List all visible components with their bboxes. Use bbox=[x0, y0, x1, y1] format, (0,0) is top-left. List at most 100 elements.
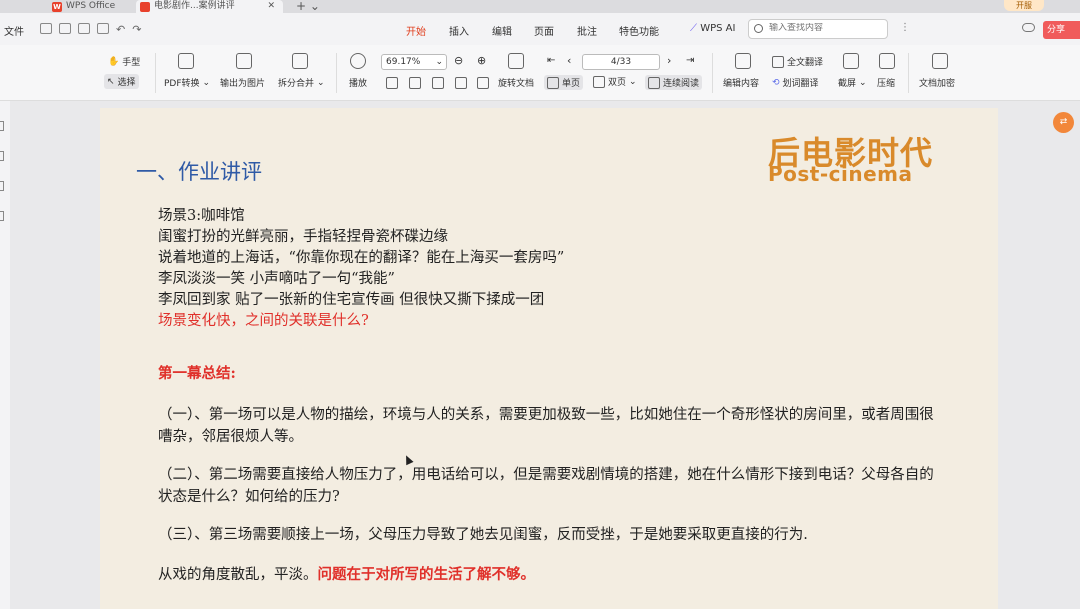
close-icon[interactable]: ✕ bbox=[267, 1, 275, 12]
quick-access-toolbar: ↶ ↷ bbox=[40, 23, 141, 36]
rotate-doc-icon[interactable] bbox=[508, 53, 524, 69]
summary-conclusion: 从戏的角度散乱，平淡。问题在于对所写的生活了解不够。 bbox=[158, 564, 948, 586]
conclusion-highlight: 问题在于对所写的生活了解不够。 bbox=[317, 566, 536, 583]
edit-content-icon[interactable] bbox=[735, 53, 751, 69]
edit-content-button[interactable]: 编辑内容 bbox=[723, 76, 759, 89]
play-button[interactable]: 播放 bbox=[349, 76, 367, 89]
summary-title: 第一幕总结: bbox=[158, 365, 236, 382]
tab-features[interactable]: 特色功能 bbox=[619, 23, 659, 38]
play-icon[interactable] bbox=[350, 53, 366, 69]
zoom-in-icon[interactable]: ⊕ bbox=[477, 54, 486, 67]
ribbon-toolbar: ✋ 手型 ↖ 选择 PDF转换 ⌄ 输出为图片 拆分合并 ⌄ 播放 69.17% ⌄ ⊖… bbox=[0, 45, 1080, 101]
bookmark-icon[interactable] bbox=[0, 121, 4, 131]
scene-line: 李凤淡淡一笑 小声嘀咕了一句“我能” bbox=[158, 271, 395, 287]
encrypt-button[interactable]: 文档加密 bbox=[919, 76, 955, 89]
pdf-convert-label: PDF转换 bbox=[164, 79, 200, 89]
search-icon bbox=[754, 24, 763, 33]
zoom-select[interactable]: 69.17% ⌄ bbox=[381, 54, 447, 70]
word-translate-label: 划词翻译 bbox=[782, 79, 819, 89]
translate-icon bbox=[772, 55, 784, 68]
compress-button[interactable]: 压缩 bbox=[877, 76, 895, 89]
pdf-convert-icon[interactable] bbox=[178, 53, 194, 69]
continuous-icon bbox=[648, 76, 660, 89]
left-panel-strip bbox=[0, 101, 10, 609]
tab-insert[interactable]: 插入 bbox=[449, 23, 469, 38]
screenshot-label: 截屏 bbox=[838, 79, 857, 89]
screenshot-button[interactable]: 截屏 ⌄ bbox=[838, 76, 867, 90]
fit-width-icon[interactable] bbox=[432, 77, 444, 89]
next-page-icon[interactable]: › bbox=[667, 54, 671, 67]
full-translate-button[interactable]: 全文翻译 bbox=[772, 55, 823, 68]
screenshot-icon[interactable] bbox=[843, 53, 859, 69]
attachment-icon[interactable] bbox=[0, 211, 4, 221]
encrypt-icon[interactable] bbox=[932, 53, 948, 69]
prev-page-icon[interactable]: ‹ bbox=[567, 54, 571, 67]
continuous-read-button[interactable]: 连续阅读 bbox=[645, 75, 703, 90]
split-merge-icon[interactable] bbox=[292, 53, 308, 69]
hand-tool-button[interactable]: ✋ 手型 bbox=[108, 55, 141, 69]
double-page-button[interactable]: 双页 ⌄ bbox=[593, 75, 637, 88]
chevron-down-icon: ⌄ bbox=[435, 57, 443, 67]
scene-line: 场景3:咖啡馆 bbox=[158, 208, 245, 224]
scene-block: 场景3:咖啡馆 闺蜜打扮的光鲜亮丽，手指轻捏骨瓷杯碟边缘 说着地道的上海话，“你… bbox=[158, 206, 564, 332]
tab-edit[interactable]: 编辑 bbox=[492, 23, 512, 38]
share-label: 分享 bbox=[1047, 25, 1066, 35]
save-icon[interactable] bbox=[59, 23, 71, 34]
summary-paragraph-1: （一）、第一场可以是人物的描绘，环境与人的关系，需要更加极致一些，比如她住在一个… bbox=[158, 407, 934, 445]
word-translate-icon: ⟲ bbox=[772, 77, 780, 88]
split-merge-button[interactable]: 拆分合并 ⌄ bbox=[278, 76, 325, 90]
open-button[interactable]: 开服 bbox=[1004, 0, 1044, 11]
tab-page[interactable]: 页面 bbox=[534, 23, 554, 38]
summary-paragraph-3: （三）、第三场需要顺接上一场，父母压力导致了她去见闺蜜，反而受挫，于是她要采取更… bbox=[158, 527, 808, 543]
floating-tool-icon[interactable]: ⇄ bbox=[1053, 112, 1074, 133]
select-tool-button[interactable]: ↖ 选择 bbox=[104, 74, 139, 89]
last-page-icon[interactable]: ⇥ bbox=[686, 55, 694, 66]
title-bar: W WPS Office 电影剧作...案例讲评 ✕ + ⌄ 开服 bbox=[0, 0, 1080, 13]
wps-ai-label: WPS AI bbox=[700, 23, 736, 34]
page-number-input[interactable]: 4/33 bbox=[582, 54, 660, 70]
undo-icon[interactable]: ↶ bbox=[116, 23, 125, 36]
word-translate-button[interactable]: ⟲ 划词翻译 bbox=[772, 76, 819, 90]
first-page-icon[interactable]: ⇤ bbox=[547, 55, 555, 66]
export-image-button[interactable]: 输出为图片 bbox=[220, 76, 265, 89]
pdf-convert-button[interactable]: PDF转换 ⌄ bbox=[164, 76, 210, 90]
menu-bar: 文件 ↶ ↷ 开始 插入 编辑 页面 批注 特色功能 ⟋ WPS AI ⋮ 分享 bbox=[0, 13, 1080, 47]
document-page: 后电影时代 Post-cinema 一、作业讲评 场景3:咖啡馆 闺蜜打扮的光鲜… bbox=[100, 108, 998, 609]
tab-start[interactable]: 开始 bbox=[406, 23, 426, 47]
folder-icon[interactable] bbox=[40, 23, 52, 34]
tab-annotate[interactable]: 批注 bbox=[577, 23, 597, 38]
search-box[interactable] bbox=[748, 19, 888, 39]
split-merge-label: 拆分合并 bbox=[278, 79, 315, 89]
print-preview-icon[interactable] bbox=[97, 23, 109, 34]
zoom-value: 69.17% bbox=[386, 57, 421, 67]
menu-file[interactable]: 文件 bbox=[4, 23, 24, 38]
fit-page-icon[interactable] bbox=[409, 77, 421, 89]
single-page-icon bbox=[547, 76, 559, 89]
rotate-doc-button[interactable]: 旋转文档 bbox=[498, 76, 534, 89]
new-tab-button[interactable]: + ⌄ bbox=[296, 0, 320, 13]
single-page-label: 单页 bbox=[562, 79, 581, 89]
more-icon[interactable]: ⋮ bbox=[900, 22, 910, 33]
compress-icon[interactable] bbox=[879, 53, 895, 69]
actual-size-icon[interactable] bbox=[386, 77, 398, 89]
tab-wps-office[interactable]: W WPS Office bbox=[52, 0, 115, 13]
ai-icon: ⟋ bbox=[690, 23, 697, 34]
tab-document[interactable]: 电影剧作...案例讲评 ✕ bbox=[136, 0, 283, 13]
search-input[interactable] bbox=[769, 23, 879, 33]
annotation-icon[interactable] bbox=[0, 181, 4, 191]
scene-line: 说着地道的上海话，“你靠你现在的翻译？能在上海买一套房吗” bbox=[158, 250, 565, 266]
rotate-left-icon[interactable] bbox=[455, 77, 467, 89]
tab-label: WPS Office bbox=[66, 1, 116, 11]
rotate-right-icon[interactable] bbox=[477, 77, 489, 89]
redo-icon[interactable]: ↷ bbox=[132, 23, 141, 36]
thumbnail-icon[interactable] bbox=[0, 151, 4, 161]
share-button[interactable]: 分享 bbox=[1043, 21, 1080, 39]
cloud-icon[interactable] bbox=[1022, 23, 1035, 32]
wps-ai-button[interactable]: ⟋ WPS AI bbox=[690, 23, 735, 34]
zoom-out-icon[interactable]: ⊖ bbox=[454, 54, 463, 67]
export-image-icon[interactable] bbox=[236, 53, 252, 69]
single-page-button[interactable]: 单页 bbox=[544, 75, 584, 90]
hand-label: 手型 bbox=[122, 58, 141, 68]
continuous-label: 连续阅读 bbox=[663, 79, 700, 89]
print-icon[interactable] bbox=[78, 23, 90, 34]
